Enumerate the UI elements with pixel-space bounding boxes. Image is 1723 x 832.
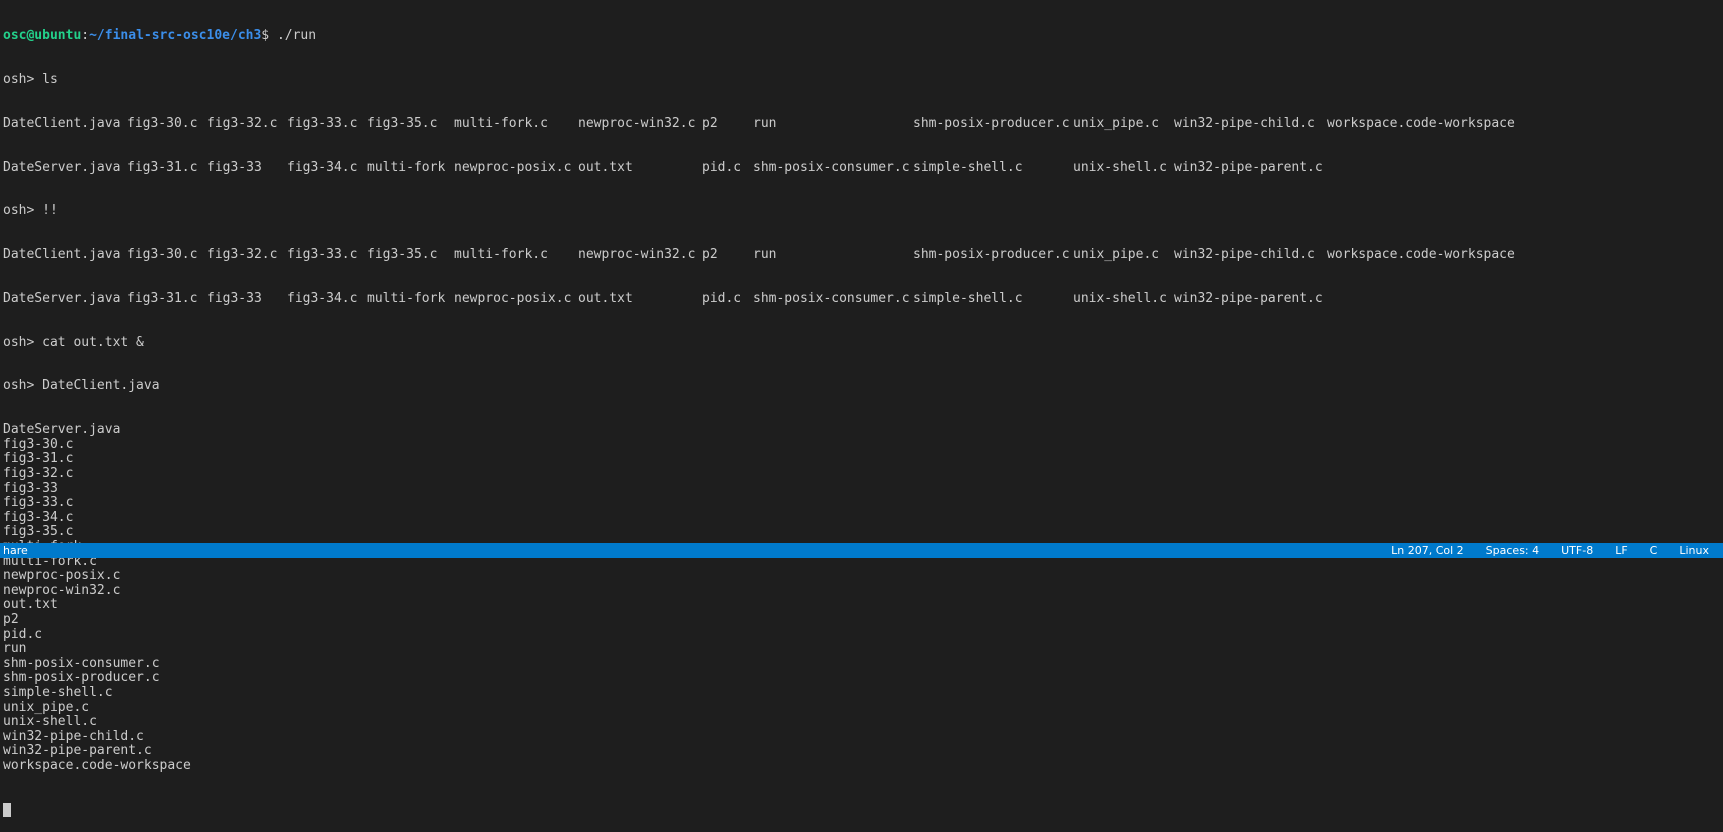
- file-name: newproc-posix.c: [454, 159, 572, 175]
- file-name: pid.c: [702, 290, 742, 306]
- file-name: multi-fork.c: [454, 115, 548, 131]
- output-line: out.txt: [3, 597, 58, 613]
- file-name: workspace.code-workspace: [1327, 115, 1515, 131]
- file-name: win32-pipe-parent.c: [1174, 159, 1323, 175]
- status-language[interactable]: C: [1650, 543, 1658, 558]
- file-name: shm-posix-consumer.c: [753, 159, 910, 175]
- output-line: fig3-31.c: [3, 451, 74, 467]
- osh-command-repeat: osh> !!: [3, 203, 58, 219]
- file-name: p2: [702, 247, 718, 263]
- ls-output-row-2: DateServer.java fig3-31.c fig3-33 fig3-34.c…: [3, 159, 1723, 176]
- file-name: fig3-30.c: [127, 247, 198, 263]
- status-platform[interactable]: Linux: [1679, 543, 1709, 558]
- file-name: shm-posix-producer.c: [913, 247, 1070, 263]
- file-name: multi-fork: [367, 290, 446, 306]
- file-name: fig3-35.c: [367, 247, 438, 263]
- output-line: shm-posix-consumer.c: [3, 655, 160, 671]
- file-name: run: [753, 247, 777, 263]
- file-name: fig3-32.c: [207, 247, 278, 263]
- file-name: fig3-33.c: [287, 115, 358, 131]
- output-line: newproc-posix.c: [3, 568, 121, 584]
- output-line: unix-shell.c: [3, 714, 97, 730]
- output-line: simple-shell.c: [3, 684, 113, 700]
- status-indentation[interactable]: Spaces: 4: [1486, 543, 1539, 558]
- file-name: run: [753, 115, 777, 131]
- status-right-group: Ln 207, Col 2 Spaces: 4 UTF-8 LF C Linux: [1369, 543, 1709, 558]
- output-line: fig3-30.c: [3, 436, 74, 452]
- file-name: fig3-33: [207, 159, 262, 175]
- file-name: simple-shell.c: [913, 159, 1023, 175]
- output-line: workspace.code-workspace: [3, 757, 191, 773]
- file-name: out.txt: [578, 159, 633, 175]
- file-name: win32-pipe-parent.c: [1174, 290, 1323, 306]
- file-name: fig3-32.c: [207, 115, 278, 131]
- output-line: fig3-34.c: [3, 509, 74, 525]
- file-name: pid.c: [702, 159, 742, 175]
- output-line: p2: [3, 611, 19, 627]
- file-name: fig3-30.c: [127, 115, 198, 131]
- file-name: newproc-win32.c: [578, 247, 696, 263]
- file-name: fig3-35.c: [367, 115, 438, 131]
- file-name: DateClient.java: [3, 247, 121, 263]
- output-line: DateServer.java: [3, 422, 121, 438]
- output-line: win32-pipe-parent.c: [3, 743, 152, 759]
- file-name: out.txt: [578, 290, 633, 306]
- ls-output-row-2-repeat: DateServer.java fig3-31.c fig3-33 fig3-34.c…: [3, 290, 1723, 307]
- file-name: DateClient.java: [3, 115, 121, 131]
- prompt-command: ./run: [276, 28, 317, 44]
- prompt-separator: :: [81, 28, 90, 44]
- file-name: multi-fork: [367, 159, 446, 175]
- file-name: fig3-31.c: [127, 159, 198, 175]
- file-name: DateServer.java: [3, 159, 121, 175]
- osh-command-ls: osh> ls: [3, 71, 58, 87]
- ls-output-row-1: DateClient.java fig3-30.c fig3-32.c fig3-33…: [3, 115, 1723, 132]
- file-name: workspace.code-workspace: [1327, 247, 1515, 263]
- output-line: fig3-35.c: [3, 524, 74, 540]
- output-line: win32-pipe-child.c: [3, 728, 144, 744]
- status-eol[interactable]: LF: [1615, 543, 1627, 558]
- terminal-cursor: [3, 802, 11, 817]
- prompt-symbol: $: [261, 28, 277, 44]
- file-name: unix-shell.c: [1073, 290, 1167, 306]
- output-line: shm-posix-producer.c: [3, 670, 160, 686]
- status-cursor-position[interactable]: Ln 207, Col 2: [1391, 543, 1464, 558]
- output-line: fig3-33: [3, 480, 58, 496]
- output-line: newproc-win32.c: [3, 582, 121, 598]
- file-name: newproc-win32.c: [578, 115, 696, 131]
- output-line: run: [3, 641, 27, 657]
- file-name: shm-posix-consumer.c: [753, 290, 910, 306]
- file-name: fig3-34.c: [287, 290, 358, 306]
- status-bar: hare Ln 207, Col 2 Spaces: 4 UTF-8 LF C …: [0, 543, 1723, 558]
- ls-output-row-1-repeat: DateClient.java fig3-30.c fig3-32.c fig3-33…: [3, 247, 1723, 263]
- file-name: fig3-31.c: [127, 290, 198, 306]
- file-name: unix_pipe.c: [1073, 115, 1160, 131]
- file-name: DateServer.java: [3, 290, 121, 306]
- file-name: fig3-33.c: [287, 247, 358, 263]
- cursor-line: [3, 802, 1723, 818]
- osh-command-cat: osh> cat out.txt &: [3, 334, 144, 350]
- output-line: fig3-32.c: [3, 466, 74, 481]
- file-name: simple-shell.c: [913, 290, 1023, 306]
- file-name: unix_pipe.c: [1073, 247, 1160, 263]
- output-line: fig3-33.c: [3, 495, 74, 511]
- terminal-panel[interactable]: osc@ubuntu:~/final-src-osc10e/ch3$ ./run…: [0, 0, 1723, 817]
- status-encoding[interactable]: UTF-8: [1561, 543, 1593, 558]
- prompt-user: osc@ubuntu: [3, 28, 82, 44]
- file-name: p2: [702, 115, 718, 131]
- file-name: win32-pipe-child.c: [1174, 115, 1315, 131]
- file-name: fig3-33: [207, 290, 262, 306]
- file-name: fig3-34.c: [287, 159, 358, 175]
- output-line: pid.c: [3, 626, 43, 642]
- output-line: unix_pipe.c: [3, 699, 90, 715]
- file-name: unix-shell.c: [1073, 159, 1167, 175]
- osh-command-dateclient: osh> DateClient.java: [3, 378, 160, 394]
- file-name: shm-posix-producer.c: [913, 115, 1070, 131]
- cat-output-list: DateServer.java fig3-30.c fig3-31.c fig3-32…: [3, 423, 1723, 773]
- file-name: newproc-posix.c: [454, 290, 572, 306]
- file-name: multi-fork.c: [454, 247, 548, 263]
- status-left-text[interactable]: hare: [3, 543, 28, 558]
- file-name: win32-pipe-child.c: [1174, 247, 1315, 263]
- shell-prompt-line: osc@ubuntu:~/final-src-osc10e/ch3$ ./run: [3, 28, 1723, 44]
- prompt-path: ~/final-src-osc10e/ch3: [89, 28, 262, 44]
